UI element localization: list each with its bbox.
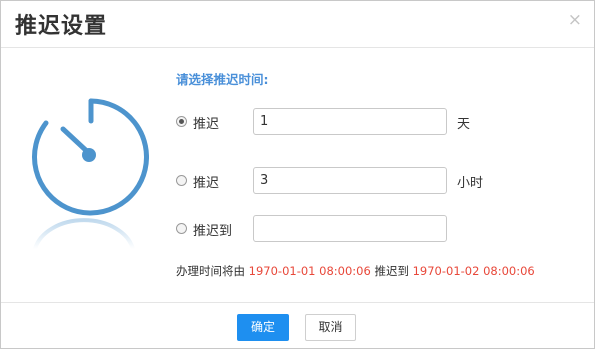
close-icon[interactable]: × bbox=[568, 10, 582, 30]
radio-postpone-until[interactable] bbox=[176, 223, 187, 234]
postpone-until-input[interactable] bbox=[253, 215, 447, 242]
option-label: 推迟 bbox=[193, 176, 220, 191]
postpone-settings-dialog: 推迟设置 × 请选择推迟时间: 推迟 天 推迟 小时 推迟到 bbox=[0, 0, 595, 349]
new-datetime: 1970-01-02 08:00:06 bbox=[412, 264, 535, 278]
option-postpone-days: 推迟 天 bbox=[176, 108, 496, 136]
summary-prefix: 办理时间将由 bbox=[176, 264, 249, 278]
option-label: 推迟 bbox=[193, 117, 220, 132]
postpone-summary: 办理时间将由 1970-01-01 08:00:06 推迟到 1970-01-0… bbox=[176, 263, 535, 279]
original-datetime: 1970-01-01 08:00:06 bbox=[248, 264, 371, 278]
radio-postpone-days[interactable] bbox=[176, 116, 187, 127]
hours-input[interactable] bbox=[253, 167, 447, 194]
unit-days: 天 bbox=[457, 117, 471, 132]
confirm-button[interactable]: 确定 bbox=[237, 314, 289, 341]
option-label: 推迟到 bbox=[193, 224, 233, 239]
dialog-title: 推迟设置 bbox=[15, 14, 108, 39]
days-input[interactable] bbox=[253, 108, 447, 135]
unit-hours: 小时 bbox=[457, 176, 484, 191]
select-postpone-time-prompt: 请选择推迟时间: bbox=[176, 72, 269, 87]
summary-middle: 推迟到 bbox=[370, 264, 413, 278]
footer-divider bbox=[1, 302, 594, 303]
option-postpone-until: 推迟到 bbox=[176, 215, 496, 243]
stopwatch-icon bbox=[32, 98, 149, 216]
stopwatch-reflection bbox=[33, 218, 135, 250]
radio-postpone-hours[interactable] bbox=[176, 175, 187, 186]
cancel-button[interactable]: 取消 bbox=[305, 314, 356, 341]
dialog-header: 推迟设置 × bbox=[1, 1, 594, 48]
option-postpone-hours: 推迟 小时 bbox=[176, 167, 496, 195]
